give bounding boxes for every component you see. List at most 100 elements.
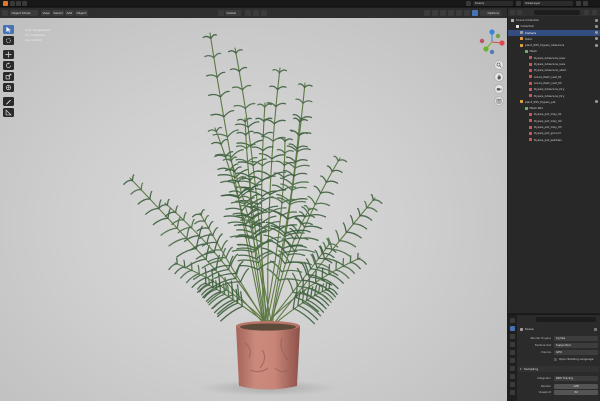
shading-solid-icon[interactable] [464, 10, 470, 16]
visibility-eye-icon[interactable] [595, 100, 598, 104]
measure-tool[interactable] [3, 108, 14, 117]
pin-icon[interactable] [594, 327, 597, 331]
scene-icon [520, 327, 523, 331]
shading-rendered-icon[interactable] [480, 10, 486, 16]
output-tab-icon[interactable] [510, 334, 515, 339]
gizmo-x-axis[interactable] [499, 40, 505, 46]
visibility-eye-icon[interactable] [595, 18, 598, 22]
feature-set-dropdown[interactable]: Supported [554, 342, 598, 348]
snap-icon[interactable] [253, 10, 259, 16]
new-collection-icon[interactable] [592, 9, 597, 15]
outliner-item-label: Dypsis_pot_pebbles [534, 137, 562, 142]
editor-type-icon[interactable] [2, 10, 8, 16]
outliner-row[interactable]: Dypsis_pot_pebbles [508, 137, 600, 143]
zoom-button[interactable] [494, 60, 504, 70]
perspective-toggle-button[interactable] [494, 96, 504, 106]
shading-material-icon[interactable] [472, 10, 478, 16]
active-object-label: Areca Palm [25, 38, 42, 42]
viewport-samples-label: Viewport [538, 390, 551, 394]
transform-tool[interactable] [3, 83, 14, 92]
object-tab-icon[interactable] [510, 366, 515, 371]
view-layer-tab-icon[interactable] [510, 342, 515, 347]
outliner-header [508, 8, 600, 16]
annotate-tool[interactable] [3, 97, 14, 106]
gizmo-y-axis[interactable] [483, 46, 489, 52]
sampling-label: Sampling [524, 367, 539, 371]
transform-orientation-icon[interactable] [218, 10, 224, 16]
camera-view-button[interactable] [494, 84, 504, 94]
options-menu[interactable]: Options [486, 10, 501, 16]
properties-header: Scene [518, 326, 600, 332]
palm-plant-render [123, 32, 383, 396]
outliner-item-icon [529, 56, 532, 60]
move-arrows-icon [5, 51, 12, 58]
visibility-eye-icon[interactable] [595, 24, 598, 28]
outliner-item-icon [529, 62, 532, 66]
pencil-icon [6, 99, 11, 105]
outliner-search-input[interactable] [534, 9, 580, 15]
scene-icon[interactable] [466, 1, 471, 6]
viewport-samples-field[interactable]: 32 [554, 389, 598, 395]
render-samples-field[interactable]: 128 [554, 383, 598, 389]
visibility-eye-icon[interactable] [595, 37, 598, 41]
blender-logo-icon[interactable] [3, 1, 8, 6]
gizmo-toggle-icon[interactable] [432, 10, 438, 16]
view-layer-selector[interactable]: ViewLayer [523, 1, 573, 6]
xray-toggle-icon[interactable] [448, 10, 454, 16]
properties-search-input[interactable] [536, 317, 596, 322]
select-menu[interactable]: Select [52, 10, 65, 16]
modifier-tab-icon[interactable] [510, 374, 515, 379]
overlay-toggle-icon[interactable] [440, 10, 446, 16]
display-mode-icon[interactable] [517, 9, 522, 15]
pan-button[interactable] [494, 72, 504, 82]
object-menu[interactable]: Object [75, 10, 88, 16]
outliner-item-icon [529, 125, 532, 129]
physics-tab-icon[interactable] [510, 390, 515, 395]
shading-wireframe-icon[interactable] [456, 10, 462, 16]
visibility-icon[interactable] [424, 10, 430, 16]
render-menu-icon[interactable] [22, 1, 27, 6]
visibility-eye-icon[interactable] [595, 31, 598, 35]
scene-tab-icon[interactable] [510, 350, 515, 355]
tool-tab-icon[interactable] [510, 318, 515, 323]
cursor-tool[interactable] [3, 36, 14, 45]
pivot-point-icon[interactable] [245, 10, 251, 16]
device-dropdown[interactable]: GPU [554, 349, 598, 355]
sampling-panel-header[interactable]: ▾ Sampling [518, 366, 599, 372]
outliner-item-icon [529, 131, 532, 135]
scene-selector[interactable]: Scene [473, 1, 513, 6]
add-menu[interactable]: Add [65, 10, 74, 16]
render-tab-icon[interactable] [510, 326, 515, 331]
scale-tool[interactable] [3, 72, 14, 81]
outliner-item-icon [515, 24, 519, 28]
outliner-item-icon [529, 94, 532, 98]
outliner-item-icon [511, 18, 514, 22]
particles-tab-icon[interactable] [510, 382, 515, 387]
mode-selector[interactable]: Object Mode [10, 10, 38, 16]
integrator-dropdown[interactable]: Path Tracing [554, 375, 598, 381]
view-menu[interactable]: View [41, 10, 52, 16]
select-tool[interactable] [3, 25, 14, 34]
proportional-edit-icon[interactable] [261, 10, 267, 16]
collection-label: (1) Collection [25, 33, 46, 37]
outliner-item-icon [529, 75, 532, 79]
add-view-layer-icon[interactable] [576, 1, 581, 6]
cursor-arrow-icon [6, 26, 11, 33]
outliner-item-icon [520, 31, 523, 35]
osl-checkbox[interactable] [554, 357, 557, 361]
edit-menu-icon[interactable] [16, 1, 21, 6]
render-engine-dropdown[interactable]: Cycles [554, 335, 598, 341]
navigation-gizmo[interactable] [478, 28, 506, 56]
gizmo-z-axis[interactable] [489, 29, 495, 35]
visibility-eye-icon[interactable] [595, 43, 598, 47]
rotate-tool[interactable] [3, 61, 14, 70]
view-layer-icon[interactable] [516, 1, 521, 6]
move-tool[interactable] [3, 50, 14, 59]
remove-view-layer-icon[interactable] [583, 1, 588, 6]
filter-icon[interactable] [584, 9, 589, 15]
file-menu-icon[interactable] [10, 1, 15, 6]
outliner-editor-icon[interactable] [510, 9, 515, 15]
transform-orientation-selector[interactable]: Global [225, 10, 241, 16]
world-tab-icon[interactable] [510, 358, 515, 363]
3d-viewport[interactable]: Object Mode View Select Add Object Globa… [0, 8, 507, 401]
